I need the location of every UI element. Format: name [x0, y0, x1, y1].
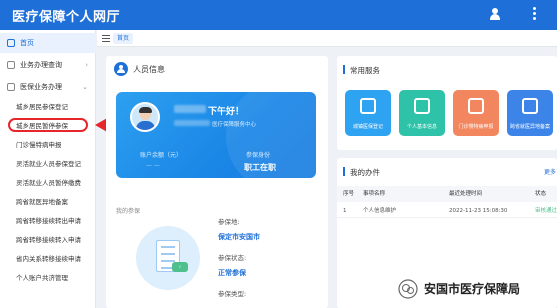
table-row[interactable]: 1 个人信息维护 2022-11-23 15:08:30 审核通过 [337, 204, 557, 218]
sidebar-subitem[interactable]: 城乡居民参保登记 [0, 97, 96, 117]
sidebar-subitem[interactable]: 跨省就医异地备案 [0, 192, 96, 212]
redacted-name [174, 105, 206, 113]
sidebar-subitem[interactable]: 个人账户共济管理 [0, 268, 96, 288]
sidebar-item-business-query[interactable]: 业务办理查询 › [0, 55, 96, 75]
search-icon [7, 61, 15, 69]
sidebar-subitem[interactable]: 跨省转移接续转入申请 [0, 230, 96, 250]
sidebar-subitem[interactable]: 灵活就业人员参保登记 [0, 154, 96, 174]
highlight-box [8, 118, 88, 132]
user-icon[interactable] [489, 8, 501, 21]
status-badge: 审核通过 [535, 208, 557, 214]
sidebar-subitem[interactable]: 跨省转移接续转出申请 [0, 211, 96, 231]
sidebar-item-home[interactable]: 首页 [0, 33, 96, 53]
more-vertical-icon[interactable] [533, 7, 537, 21]
person-icon [114, 62, 128, 76]
redacted-agency [174, 120, 210, 126]
sidebar-subitem[interactable]: 省内关系转移接续申请 [0, 249, 96, 269]
wechat-logo-icon [398, 279, 418, 299]
more-link[interactable]: 更多 [544, 167, 556, 176]
balance-value: — — [146, 162, 160, 169]
document-illustration-icon: ✓ [136, 226, 200, 290]
section-title: 我的办件 [350, 168, 380, 177]
status-label: 参保身份 [246, 152, 271, 159]
greeting: 下午好！ [208, 107, 245, 117]
insured-type-label: 参保类型: [218, 290, 247, 298]
watermark: 安国市医疗保障局 [398, 276, 557, 302]
balance-label: 账户余额（元） [140, 152, 183, 159]
sidebar-subitem[interactable]: 灵活就业人员暂停缴费 [0, 173, 96, 193]
chevron-right-icon: › [85, 61, 88, 69]
clipboard-icon [468, 98, 484, 114]
sidebar-item-insurance-handling[interactable]: 医保业务办理 ⌄ [0, 77, 96, 97]
sidebar-item-label: 医保业务办理 [20, 83, 62, 91]
person-info-panel: 人员信息 下午好！ 医疗保障服务中心 账户余额（元） — — 参保身份 职工在职… [106, 56, 328, 308]
service-chronic-disease[interactable]: 门诊慢特病申报 [453, 90, 499, 136]
common-services-panel: 常用服务 城镇医保登记 个人基本信息 门诊慢特病申报 跨省就医异地备案 [337, 56, 557, 150]
watermark-text: 安国市医疗保障局 [424, 282, 521, 296]
service-personal-info[interactable]: 个人基本信息 [399, 90, 445, 136]
home-icon [7, 39, 15, 47]
folder-icon [7, 83, 15, 91]
app-title: 医疗保障个人网厅 [12, 10, 121, 25]
insured-state-label: 参保状态: [218, 254, 247, 262]
insured-place-value: 保定市安国市 [218, 233, 260, 241]
sidebar-item-label: 业务办理查询 [20, 61, 62, 69]
sidebar: 首页 业务办理查询 › 医保业务办理 ⌄ 城乡居民参保登记 城乡居民暂停参保 门… [0, 30, 96, 308]
top-bar: 医疗保障个人网厅 [0, 0, 557, 30]
sidebar-item-label: 首页 [20, 39, 34, 47]
account-card: 下午好！ 医疗保障服务中心 账户余额（元） — — 参保身份 职工在职 [116, 92, 316, 178]
sidebar-subitem[interactable]: 门诊慢特病申报 [0, 135, 96, 155]
hospital-icon [522, 98, 538, 114]
service-remote-filing[interactable]: 跨省就医异地备案 [507, 90, 553, 136]
section-title: 常用服务 [350, 66, 380, 75]
chevron-down-icon: ⌄ [82, 83, 88, 91]
service-medical-registration[interactable]: 城镇医保登记 [345, 90, 391, 136]
table-header: 序号 事项名称 最近处理时间 状态 [337, 186, 557, 202]
menu-icon[interactable] [102, 35, 110, 42]
status-value: 职工在职 [244, 163, 276, 172]
shield-check-icon [414, 98, 430, 114]
tab-home[interactable]: 首页 [113, 33, 134, 44]
agency-name: 医疗保障服务中心 [212, 122, 257, 128]
my-insurance-label: 我的参保 [116, 208, 141, 215]
insured-state-value: 正常参保 [218, 269, 246, 277]
robot-icon [360, 98, 376, 114]
panel-title: 人员信息 [133, 65, 165, 74]
avatar [130, 102, 160, 132]
breadcrumb: 首页 [97, 30, 557, 47]
insured-place-label: 参保地: [218, 218, 240, 226]
